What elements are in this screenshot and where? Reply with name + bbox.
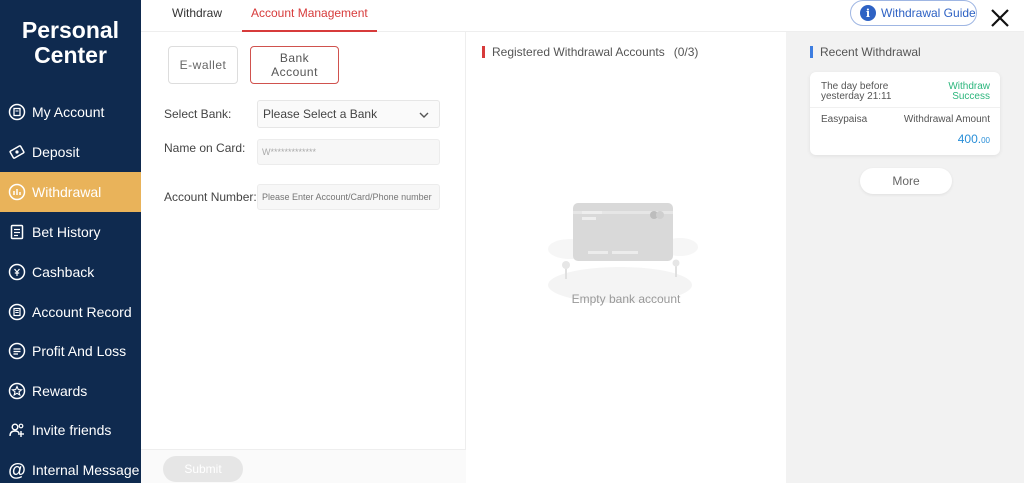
at-icon: @ [8,459,26,480]
sidebar-item-invite-friends[interactable]: Invite friends [0,410,141,450]
tab-withdraw[interactable]: Withdraw [172,0,222,32]
record-amount-dec: 00 [981,136,990,145]
sidebar-item-label: Bet History [32,224,101,240]
sidebar-item-label: Account Record [32,304,132,320]
sidebar-title-line2: Center [34,42,107,68]
sidebar-item-deposit[interactable]: Deposit [0,132,141,172]
close-button[interactable] [988,6,1012,30]
ewallet-button[interactable]: E-wallet [168,46,238,84]
sidebar-item-cashback[interactable]: Cashback [0,252,141,292]
sidebar-title-line1: Personal [21,17,120,43]
deposit-icon [8,143,26,161]
close-icon [991,9,1009,27]
sidebar-item-label: Internal Message [32,462,140,478]
withdrawal-record-card[interactable]: The day before yesterday 21:11 Withdraw … [810,72,1000,155]
registered-accounts-panel: Registered Withdrawal Accounts (0/3) Emp… [466,32,786,483]
recent-withdrawal-title: Recent Withdrawal [820,45,921,59]
account-record-icon [8,303,26,321]
select-bank-dropdown[interactable]: Please Select a Bank [257,100,440,128]
select-bank-value: Please Select a Bank [263,107,378,121]
registered-accounts-header: Registered Withdrawal Accounts (0/3) [482,45,698,59]
sidebar-item-label: Invite friends [32,422,112,438]
bank-account-button[interactable]: Bank Account [250,46,339,84]
bet-history-icon [8,223,26,241]
ewallet-label: E-wallet [179,58,227,72]
record-status: Withdraw Success [948,82,990,102]
bank-account-label-line2: Account [271,65,318,79]
sidebar-item-label: My Account [32,104,105,120]
empty-bank-account-text: Empty bank account [571,292,681,306]
submit-button[interactable]: Submit [163,456,243,482]
sidebar-item-rewards[interactable]: Rewards [0,371,141,411]
profit-loss-icon [8,342,26,360]
sidebar-item-withdrawal[interactable]: Withdrawal [0,172,141,212]
account-number-field[interactable] [257,184,440,210]
recent-withdrawal-header: Recent Withdrawal [810,45,921,59]
registered-accounts-count: (0/3) [673,45,699,59]
account-number-label: Account Number: [164,190,257,204]
bank-account-label: Bank Account [271,51,318,79]
withdrawal-icon [8,183,26,201]
sidebar-item-label: Withdrawal [32,184,102,200]
record-amount: 400.00 [958,132,990,146]
sidebar-item-label: Deposit [32,144,80,160]
record-divider [810,107,1000,108]
record-amount-label: Withdrawal Amount [903,114,990,125]
rewards-icon [8,382,26,400]
sidebar-title: Personal Center [0,18,141,68]
registered-accounts-title: Registered Withdrawal Accounts [492,45,665,59]
section-marker [482,46,485,58]
sidebar-item-profit-and-loss[interactable]: Profit And Loss [0,331,141,371]
recent-withdrawal-panel: Recent Withdrawal The day before yesterd… [786,32,1024,483]
invite-friends-icon [8,421,26,439]
cashback-icon [8,263,26,281]
section-marker [810,46,813,58]
account-form-panel: E-wallet Bank Account Select Bank: Pleas… [141,32,466,483]
sidebar: Personal Center My Account Deposit Withd… [0,0,141,483]
record-method: Easypaisa [821,114,868,125]
sidebar-item-label: Cashback [32,264,95,280]
name-on-card-field[interactable] [257,139,440,165]
select-bank-label: Select Bank: [164,107,232,121]
more-button[interactable]: More [860,168,952,194]
withdrawal-guide-button[interactable]: i Withdrawal Guide [850,0,977,26]
sidebar-item-label: Rewards [32,383,88,399]
record-status-line2: Success [952,91,990,102]
account-icon [8,103,26,121]
record-date-line2: yesterday 21:11 [821,91,892,102]
empty-card-illustration [548,203,698,303]
sidebar-item-my-account[interactable]: My Account [0,92,141,132]
name-on-card-label: Name on Card: [164,141,246,155]
record-date: The day before yesterday 21:11 [821,82,901,102]
info-icon: i [860,5,876,21]
sidebar-item-account-record[interactable]: Account Record [0,292,141,332]
tab-account-management[interactable]: Account Management [242,0,377,32]
withdrawal-guide-label: Withdrawal Guide [881,6,976,20]
submit-bar: Submit [141,449,466,483]
bank-account-label-line1: Bank [279,51,310,65]
chevron-down-icon [419,112,429,118]
sidebar-item-label: Profit And Loss [32,343,127,359]
record-amount-int: 400. [957,132,982,146]
sidebar-item-bet-history[interactable]: Bet History [0,212,141,252]
sidebar-item-internal-message[interactable]: @ Internal Message [0,450,141,483]
